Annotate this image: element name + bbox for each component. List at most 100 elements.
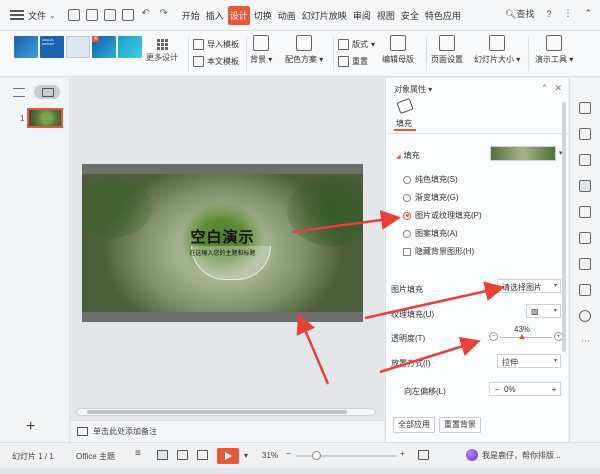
tab-fill[interactable]: 填充 bbox=[396, 118, 412, 129]
share-icon[interactable] bbox=[579, 232, 591, 244]
editing-canvas[interactable]: 空白演示 在这输入您的主题和标题 bbox=[71, 78, 384, 420]
pin-icon[interactable]: ⌃ bbox=[541, 83, 549, 94]
fit-window-icon[interactable] bbox=[418, 450, 429, 460]
zoom-out-button[interactable]: − bbox=[286, 449, 291, 458]
scrollbar-thumb[interactable] bbox=[562, 102, 566, 352]
shapes-icon[interactable] bbox=[579, 154, 591, 166]
zoom-value[interactable]: 31% bbox=[262, 451, 278, 460]
file-menu[interactable]: 文件 bbox=[28, 9, 46, 22]
transparency-slider-knob[interactable] bbox=[519, 334, 526, 339]
tab-view[interactable]: 视图 bbox=[375, 6, 397, 25]
help-icon[interactable] bbox=[579, 310, 591, 322]
tab-security[interactable]: 安全 bbox=[399, 6, 421, 25]
notes-toggle-icon[interactable]: ≡ bbox=[135, 449, 146, 460]
hide-background-checkbox[interactable]: 隐藏背景图形(H) bbox=[403, 246, 474, 257]
tab-review[interactable]: 审阅 bbox=[351, 6, 373, 25]
preview-icon[interactable] bbox=[121, 9, 134, 21]
panel-scrollbar[interactable] bbox=[562, 98, 567, 428]
texture-fill-select[interactable]: ▨ ▾ bbox=[526, 304, 561, 318]
reading-view-icon[interactable] bbox=[197, 450, 208, 460]
radio-solid-fill[interactable]: 纯色填充(S) bbox=[403, 174, 458, 185]
assistant-widget[interactable]: 我是鹿仔，帮你排版... bbox=[466, 449, 561, 461]
more-icon[interactable]: ⋯ bbox=[581, 336, 590, 347]
audio-icon[interactable] bbox=[579, 258, 591, 270]
print-icon[interactable] bbox=[103, 9, 116, 21]
tab-features[interactable]: 特色应用 bbox=[423, 6, 463, 25]
radio[interactable] bbox=[403, 175, 411, 184]
horizontal-scrollbar[interactable] bbox=[76, 408, 376, 416]
radio-gradient-fill[interactable]: 渐变填充(G) bbox=[403, 192, 459, 203]
offset-left-stepper[interactable]: − 0% + bbox=[489, 382, 561, 396]
zoom-slider[interactable] bbox=[296, 455, 396, 457]
add-slide-button[interactable]: + bbox=[26, 418, 35, 436]
copy-icon[interactable] bbox=[579, 128, 591, 140]
image-icon[interactable] bbox=[579, 206, 591, 218]
more-icon[interactable]: ⋮ bbox=[563, 8, 572, 19]
slide-thumbnail[interactable] bbox=[27, 108, 63, 128]
placement-select[interactable]: 拉伸 ▾ bbox=[497, 354, 561, 368]
reset-button[interactable]: 重置 bbox=[338, 53, 375, 70]
help-icon[interactable]: ? bbox=[546, 9, 551, 19]
outline-view-icon[interactable] bbox=[13, 88, 25, 97]
properties-icon[interactable] bbox=[579, 180, 591, 192]
slide-sorter-icon[interactable] bbox=[177, 450, 188, 460]
reset-background-button[interactable]: 重置背景 bbox=[439, 417, 481, 433]
offset-left-value[interactable]: 0% bbox=[504, 385, 548, 394]
radio[interactable] bbox=[403, 193, 411, 202]
layout-button[interactable]: 版式 ▾ bbox=[338, 36, 375, 53]
tab-animations[interactable]: 动画 bbox=[276, 6, 298, 25]
chevron-down-icon[interactable]: ▾ bbox=[244, 451, 248, 460]
undo-icon[interactable]: ↶ bbox=[140, 9, 152, 21]
play-button[interactable] bbox=[217, 448, 239, 464]
notes-placeholder[interactable]: 单击此处添加备注 bbox=[93, 426, 157, 437]
close-icon[interactable]: ✕ bbox=[554, 83, 562, 94]
theme-thumb[interactable]: 4 bbox=[92, 36, 116, 58]
edit-master-button[interactable]: 编辑母版 bbox=[382, 35, 414, 65]
slide[interactable]: 空白演示 在这输入您的主题和标题 bbox=[82, 164, 363, 322]
zoom-slider-knob[interactable] bbox=[312, 451, 322, 460]
slide-size-button[interactable]: 幻灯片大小 ▾ bbox=[474, 35, 520, 65]
more-design-button[interactable]: 更多设计 bbox=[140, 36, 184, 63]
normal-view-icon[interactable] bbox=[157, 450, 168, 460]
radio-picture-fill[interactable]: 图片或纹理填充(P) bbox=[403, 210, 482, 221]
theme-thumb[interactable] bbox=[118, 36, 142, 58]
apply-all-button[interactable]: 全部应用 bbox=[393, 417, 435, 433]
theme-thumb[interactable]: ANNUAL REPORT bbox=[40, 36, 64, 58]
slide-title[interactable]: 空白演示 bbox=[82, 226, 363, 247]
presentation-tools-button[interactable]: 演示工具 ▾ bbox=[535, 35, 573, 65]
picture-fill-select[interactable]: 请选择图片 ▾ bbox=[497, 279, 561, 293]
page-setup-button[interactable]: 页面设置 bbox=[431, 35, 463, 65]
radio[interactable] bbox=[403, 211, 411, 220]
tab-home[interactable]: 开始 bbox=[180, 6, 202, 25]
search-button[interactable]: 🔍︎查找 bbox=[505, 7, 534, 20]
radio[interactable] bbox=[403, 229, 411, 238]
fill-preview-swatch[interactable] bbox=[490, 146, 556, 161]
fill-section-header[interactable]: 填充 bbox=[396, 150, 420, 161]
select-icon[interactable] bbox=[579, 102, 591, 114]
scrollbar-thumb[interactable] bbox=[87, 410, 347, 414]
notes-bar[interactable]: 单击此处添加备注 bbox=[71, 420, 384, 442]
tab-insert[interactable]: 插入 bbox=[204, 6, 226, 25]
text-template-button[interactable]: 本文模板 bbox=[193, 53, 239, 70]
theme-thumb[interactable] bbox=[66, 36, 90, 58]
transparency-slider[interactable] bbox=[500, 337, 552, 338]
slide-view-toggle[interactable] bbox=[34, 85, 60, 99]
paint-bucket-icon[interactable] bbox=[396, 97, 414, 115]
zoom-in-button[interactable]: + bbox=[400, 449, 405, 458]
decrease-button[interactable]: − bbox=[490, 385, 504, 394]
redo-icon[interactable]: ↷ bbox=[158, 9, 170, 21]
tab-design[interactable]: 设计 bbox=[227, 5, 250, 25]
theme-name[interactable]: Office 主题 bbox=[76, 451, 115, 462]
chevron-down-icon[interactable]: ⌄ bbox=[49, 11, 56, 20]
slide-subtitle[interactable]: 在这输入您的主题和标题 bbox=[82, 248, 363, 257]
background-button[interactable]: 背景 ▾ bbox=[250, 35, 272, 65]
tab-transitions[interactable]: 切换 bbox=[252, 6, 274, 25]
history-icon[interactable] bbox=[579, 284, 591, 296]
export-pdf-icon[interactable] bbox=[85, 9, 98, 21]
increase-button[interactable]: + bbox=[548, 385, 560, 394]
menu-icon[interactable] bbox=[10, 10, 24, 20]
tab-slideshow[interactable]: 幻灯片放映 bbox=[300, 6, 349, 25]
color-scheme-button[interactable]: 配色方案 ▾ bbox=[285, 35, 323, 65]
checkbox[interactable] bbox=[403, 247, 411, 256]
theme-thumb[interactable] bbox=[14, 36, 38, 58]
